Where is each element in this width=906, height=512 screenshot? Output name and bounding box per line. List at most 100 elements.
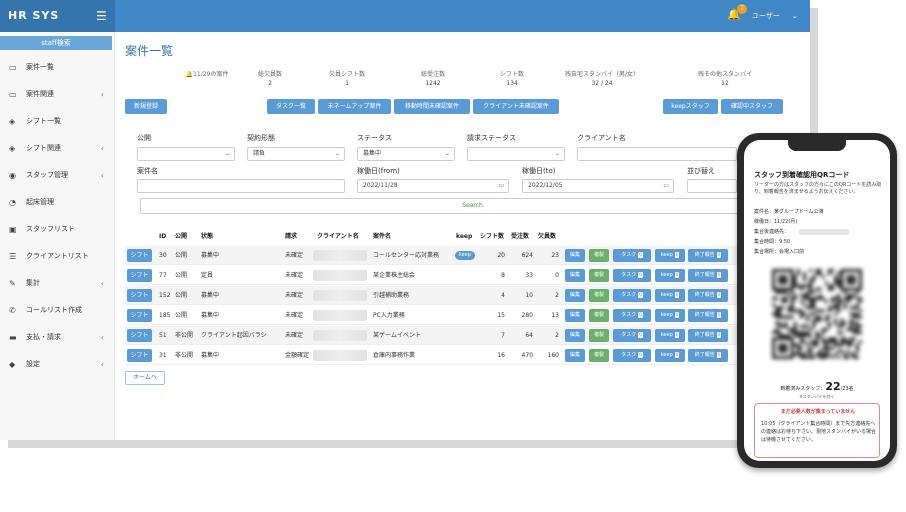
- copy-action-button[interactable]: 複製: [589, 289, 609, 302]
- column-header[interactable]: ID: [159, 230, 166, 244]
- column-header[interactable]: 案件名: [373, 230, 391, 244]
- copy-action-button[interactable]: 複製: [589, 269, 609, 282]
- column-header[interactable]: 受注数: [511, 230, 529, 244]
- task-action-button[interactable]: タスク 0: [613, 349, 651, 362]
- copy-action-button[interactable]: 複製: [589, 329, 609, 342]
- edit-action-button[interactable]: 編集: [565, 269, 585, 282]
- task-action-button[interactable]: タスク 0: [613, 289, 651, 302]
- info-time: 集合時間：9:50: [754, 239, 791, 245]
- table-row[interactable]: シフト 185 公開 募集中 未確定 PC入力業務 15 280 13 編集 複製 タスク 0 keep 0…: [125, 306, 810, 325]
- edit-action-button[interactable]: 編集: [565, 249, 585, 262]
- noname-cases-button[interactable]: 未ネームアップ案件: [318, 99, 391, 114]
- table-row[interactable]: シフト 30 公開 募集中 未確定 コールセンター応対業務 keep 20 624 23 編集 複製 タ…: [125, 246, 810, 265]
- task-action-button[interactable]: タスク 0: [613, 269, 651, 282]
- chevron-left-icon: ‹: [100, 333, 104, 342]
- column-header[interactable]: 欠員数: [538, 230, 556, 244]
- shift-button[interactable]: シフト: [127, 349, 152, 362]
- search-button[interactable]: Search: [140, 198, 805, 214]
- sort-select[interactable]: [687, 179, 737, 193]
- sidebar-item[interactable]: ▭ 案件一覧: [0, 54, 114, 81]
- date-to-input[interactable]: 2022/12/05 ▭: [522, 179, 674, 193]
- client-unconfirmed-button[interactable]: クライアント未確認案件: [473, 99, 559, 114]
- sidebar-item[interactable]: ☰ クライアントリスト: [0, 243, 114, 270]
- column-header[interactable]: 状態: [201, 230, 213, 244]
- keep-action-button[interactable]: keep 0: [655, 249, 685, 262]
- edit-action-button[interactable]: 編集: [565, 329, 585, 342]
- cell-orders: 64: [525, 332, 533, 339]
- sidebar-item[interactable]: ▬ 支払・請求 ‹: [0, 324, 114, 351]
- confirming-staff-button[interactable]: 確認中スタッフ: [721, 99, 783, 114]
- task-list-button[interactable]: タスク一覧: [267, 99, 315, 114]
- end-action-button[interactable]: 終了報告 0: [688, 269, 728, 282]
- end-action-button[interactable]: 終了報告 0: [688, 289, 728, 302]
- end-action-button[interactable]: 終了報告 0: [688, 329, 728, 342]
- shift-button[interactable]: シフト: [127, 329, 152, 342]
- action-label: 編集: [569, 332, 580, 338]
- sidebar-item[interactable]: ✎ 集計 ‹: [0, 270, 114, 297]
- home-button[interactable]: ホームへ: [125, 371, 165, 385]
- keep-action-button[interactable]: keep 0: [655, 309, 685, 322]
- cell-shifts: 8: [501, 272, 505, 279]
- user-menu[interactable]: ユーザー ⌄: [752, 0, 798, 32]
- copy-action-button[interactable]: 複製: [589, 249, 609, 262]
- edit-action-button[interactable]: 編集: [565, 309, 585, 322]
- column-header[interactable]: keep: [456, 230, 472, 244]
- table-row[interactable]: シフト 31 非公開 募集中 金額確定 倉庫内事務作業 16 470 160 編集 複製 タスク 0 ke…: [125, 346, 810, 365]
- sidebar-item[interactable]: ◆ 設定 ‹: [0, 351, 114, 378]
- end-action-button[interactable]: 終了報告 0: [688, 309, 728, 322]
- keep-staff-button[interactable]: keepスタッフ: [663, 99, 718, 114]
- stat-value: 1: [345, 80, 349, 87]
- edit-action-button[interactable]: 編集: [565, 349, 585, 362]
- table-row[interactable]: シフト 152 公開 募集中 未確定 引越補助業務 4 10 2 編集 複製 タスク 0 keep 0 終了報…: [125, 286, 810, 305]
- staff-search-button[interactable]: staff検索: [0, 36, 112, 50]
- hamburger-icon[interactable]: ☰: [96, 9, 107, 23]
- billing-status-select[interactable]: ⌄: [467, 147, 565, 161]
- keep-action-button[interactable]: keep 0: [655, 269, 685, 282]
- shift-button[interactable]: シフト: [127, 309, 152, 322]
- column-header[interactable]: 公開: [175, 230, 187, 244]
- end-action-button[interactable]: 終了報告 0: [688, 349, 728, 362]
- status-select[interactable]: 募集中 ⌄: [357, 147, 455, 161]
- task-action-button[interactable]: タスク 0: [613, 329, 651, 342]
- keep-action-button[interactable]: keep 0: [655, 329, 685, 342]
- date-from-input[interactable]: 2022/11/28 ▭: [357, 179, 509, 193]
- keep-action-button[interactable]: keep 0: [655, 349, 685, 362]
- end-action-button[interactable]: 終了報告 0: [688, 249, 728, 262]
- travel-unconfirmed-button[interactable]: 移動時間未確認案件: [394, 99, 470, 114]
- keep-action-button[interactable]: keep 0: [655, 289, 685, 302]
- table-row[interactable]: シフト 51 非公開 クライアント起因バラシ 未確定 某ゲームイベント 7 64 2 編集 複製 タス…: [125, 326, 810, 345]
- column-header[interactable]: 請求: [285, 230, 297, 244]
- cell-state: 募集中: [201, 312, 220, 319]
- cell-vacancies: 2: [555, 292, 559, 299]
- new-register-button[interactable]: 新規登録: [125, 99, 167, 114]
- copy-action-button[interactable]: 複製: [589, 309, 609, 322]
- sidebar-item[interactable]: ◉ スタッフ管理 ‹: [0, 162, 114, 189]
- sidebar-item[interactable]: ▣ スタッフリスト: [0, 216, 114, 243]
- action-label: keep: [660, 292, 673, 298]
- client-name-input[interactable]: [577, 147, 737, 161]
- shift-button[interactable]: シフト: [127, 249, 152, 262]
- shift-button[interactable]: シフト: [127, 269, 152, 282]
- sidebar-item[interactable]: ▭ 案件関連 ‹: [0, 81, 114, 108]
- sidebar-item[interactable]: ◔ 起床管理: [0, 189, 114, 216]
- copy-action-button[interactable]: 複製: [589, 349, 609, 362]
- shift-button[interactable]: シフト: [127, 289, 152, 302]
- task-action-button[interactable]: タスク 0: [613, 309, 651, 322]
- count-badge: 0: [674, 292, 680, 298]
- stat-item: 総受注数 1242: [388, 69, 478, 87]
- sidebar-item[interactable]: ◈ シフト一覧: [0, 108, 114, 135]
- table-row[interactable]: シフト 77 公開 定員 未確定 某企業株主総会 8 33 0 編集 複製 タスク 0 keep 0 終了報告…: [125, 266, 810, 285]
- column-header[interactable]: シフト数: [480, 230, 504, 244]
- stat-value: 32 / 24: [591, 80, 613, 87]
- public-select[interactable]: ⌄: [137, 147, 235, 161]
- column-header[interactable]: クライアント名: [317, 230, 359, 244]
- contract-select[interactable]: 請負 ⌄: [247, 147, 345, 161]
- task-action-button[interactable]: タスク 0: [613, 249, 651, 262]
- sidebar-item[interactable]: ◈ シフト関連 ‹: [0, 135, 114, 162]
- cell-billing: 金額確定: [285, 352, 310, 359]
- action-label: タスク: [621, 252, 637, 258]
- chevron-down-icon: ⌄: [334, 150, 340, 157]
- case-name-input[interactable]: [137, 179, 345, 193]
- edit-action-button[interactable]: 編集: [565, 289, 585, 302]
- sidebar-item[interactable]: ✆ コールリスト作成: [0, 297, 114, 324]
